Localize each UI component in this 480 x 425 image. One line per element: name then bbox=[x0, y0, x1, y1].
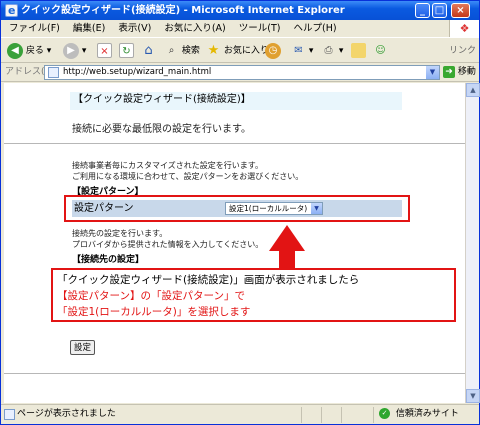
messenger-icon: ☺ bbox=[375, 45, 386, 56]
mail-icon: ✉ bbox=[294, 45, 303, 56]
favorites-button[interactable]: ★ お気に入り bbox=[206, 42, 269, 60]
back-button[interactable]: ◀ 戻る ▾ bbox=[7, 42, 51, 60]
address-url: http://web.setup/wizard_main.html bbox=[63, 67, 212, 77]
callout-line-2: 【設定パターン】の「設定パターン」で bbox=[57, 290, 245, 302]
back-icon: ◀ bbox=[7, 42, 23, 59]
window-title: クイック設定ウィザード(接続設定) - Microsoft Internet E… bbox=[21, 5, 345, 16]
vertical-scrollbar[interactable]: ▲ ▼ bbox=[465, 83, 480, 403]
menu-file[interactable]: ファイル(F) bbox=[9, 23, 60, 34]
search-icon: ⌕ bbox=[168, 45, 175, 56]
page-title: 【クイック設定ウィザード(接続設定)】 bbox=[70, 92, 402, 108]
print-button[interactable]: ⎙ ▾ bbox=[321, 42, 344, 60]
menu-tools[interactable]: ツール(T) bbox=[239, 23, 281, 34]
security-zone[interactable]: ✓ 信頼済みサイト bbox=[379, 405, 459, 424]
stop-icon: × bbox=[97, 43, 112, 58]
refresh-button[interactable]: ↻ bbox=[119, 42, 134, 60]
zone-label: 信頼済みサイト bbox=[395, 409, 459, 419]
favorites-label: お気に入り bbox=[223, 46, 269, 56]
section-conn-heading: 【接続先の設定】 bbox=[72, 255, 145, 265]
messenger-button[interactable]: ☺ bbox=[373, 42, 388, 60]
go-button[interactable]: ➜ 移動 bbox=[443, 65, 476, 80]
scroll-up-icon[interactable]: ▲ bbox=[466, 83, 480, 97]
page-icon bbox=[48, 67, 59, 78]
folder-button[interactable] bbox=[351, 42, 366, 60]
forward-icon: ▶ bbox=[63, 42, 79, 59]
arrow-stem bbox=[279, 250, 295, 268]
status-text: ページが表示されました bbox=[17, 409, 116, 419]
chevron-down-icon[interactable]: ▼ bbox=[426, 66, 439, 79]
check-icon: ✓ bbox=[379, 408, 390, 419]
history-button[interactable]: ◷ bbox=[265, 42, 281, 60]
status-divider bbox=[341, 407, 342, 423]
go-label: 移動 bbox=[457, 67, 476, 77]
folder-icon bbox=[351, 43, 366, 58]
title-bar: クイック設定ウィザード(接続設定) - Microsoft Internet E… bbox=[1, 1, 479, 20]
home-icon: ⌂ bbox=[144, 43, 153, 58]
address-input[interactable]: http://web.setup/wizard_main.html ▼ bbox=[44, 65, 440, 80]
arrow-up-icon bbox=[269, 225, 305, 251]
maximize-button[interactable]: □ bbox=[432, 3, 447, 18]
close-button[interactable]: × bbox=[451, 3, 470, 18]
browser-window: クイック設定ウィザード(接続設定) - Microsoft Internet E… bbox=[0, 0, 480, 425]
page-content: 【クイック設定ウィザード(接続設定)】 接続に必要な最低限の設定を行います。 接… bbox=[4, 83, 465, 403]
print-icon: ⎙ bbox=[324, 45, 333, 56]
conn-line-1: 接続先の設定を行います。 bbox=[72, 229, 168, 238]
scroll-down-icon[interactable]: ▼ bbox=[466, 389, 480, 403]
windows-logo-icon: ❖ bbox=[449, 20, 479, 37]
home-button[interactable]: ⌂ bbox=[141, 42, 156, 60]
ie-icon bbox=[5, 1, 18, 20]
mail-button[interactable]: ✉ ▾ bbox=[291, 42, 313, 60]
address-bar: アドレス(D) http://web.setup/wizard_main.htm… bbox=[1, 63, 479, 82]
status-divider bbox=[373, 407, 374, 423]
search-label: 検索 bbox=[181, 46, 200, 56]
menu-view[interactable]: 表示(V) bbox=[118, 23, 151, 34]
status-divider bbox=[321, 407, 322, 423]
menu-edit[interactable]: 編集(E) bbox=[73, 23, 105, 34]
refresh-icon: ↻ bbox=[119, 43, 134, 58]
instruction-callout: 「クイック設定ウィザード(接続設定)」画面が表示されましたら 【設定パターン】の… bbox=[51, 268, 456, 322]
go-arrow-icon: ➜ bbox=[443, 65, 455, 78]
title-underline bbox=[70, 108, 402, 110]
status-bar: ページが表示されました ✓ 信頼済みサイト bbox=[1, 404, 479, 424]
menu-bar: ファイル(F) 編集(E) 表示(V) お気に入り(A) ツール(T) ヘルプ(… bbox=[1, 20, 479, 37]
menu-help[interactable]: ヘルプ(H) bbox=[294, 23, 337, 34]
submit-button[interactable]: 設定 bbox=[70, 340, 96, 355]
stop-button[interactable]: × bbox=[97, 42, 112, 60]
page-icon bbox=[4, 409, 15, 420]
divider bbox=[4, 373, 465, 374]
intro-line-1: 接続事業者毎にカスタマイズされた設定を行います。 bbox=[72, 161, 263, 170]
forward-button[interactable]: ▶ ▾ bbox=[63, 42, 86, 60]
callout-line-3: 「設定1(ローカルルータ)」を選択します bbox=[57, 306, 251, 318]
intro-line-2: ご利用になる環境に合わせて、設定パターンをお選びください。 bbox=[72, 172, 304, 181]
menu-favorites[interactable]: お気に入り(A) bbox=[164, 23, 225, 34]
search-button[interactable]: ⌕ 検索 bbox=[164, 42, 200, 60]
back-label: 戻る bbox=[25, 46, 44, 56]
links-label[interactable]: リンク bbox=[449, 42, 476, 60]
highlight-box bbox=[64, 195, 410, 222]
favorites-icon: ★ bbox=[207, 43, 220, 58]
toolbar: ◀ 戻る ▾ ▶ ▾ × ↻ ⌂ ⌕ 検索 ★ お気に入り ◷ ✉ ▾ ⎙ ▾ … bbox=[1, 37, 479, 63]
history-icon: ◷ bbox=[265, 42, 281, 59]
page-subtitle: 接続に必要な最低限の設定を行います。 bbox=[72, 124, 251, 135]
minimize-button[interactable]: _ bbox=[415, 3, 430, 18]
divider bbox=[4, 143, 465, 144]
conn-line-2: プロバイダから提供された情報を入力してください。 bbox=[72, 240, 264, 249]
status-divider bbox=[301, 407, 302, 423]
callout-line-1: 「クイック設定ウィザード(接続設定)」画面が表示されましたら bbox=[57, 274, 360, 286]
